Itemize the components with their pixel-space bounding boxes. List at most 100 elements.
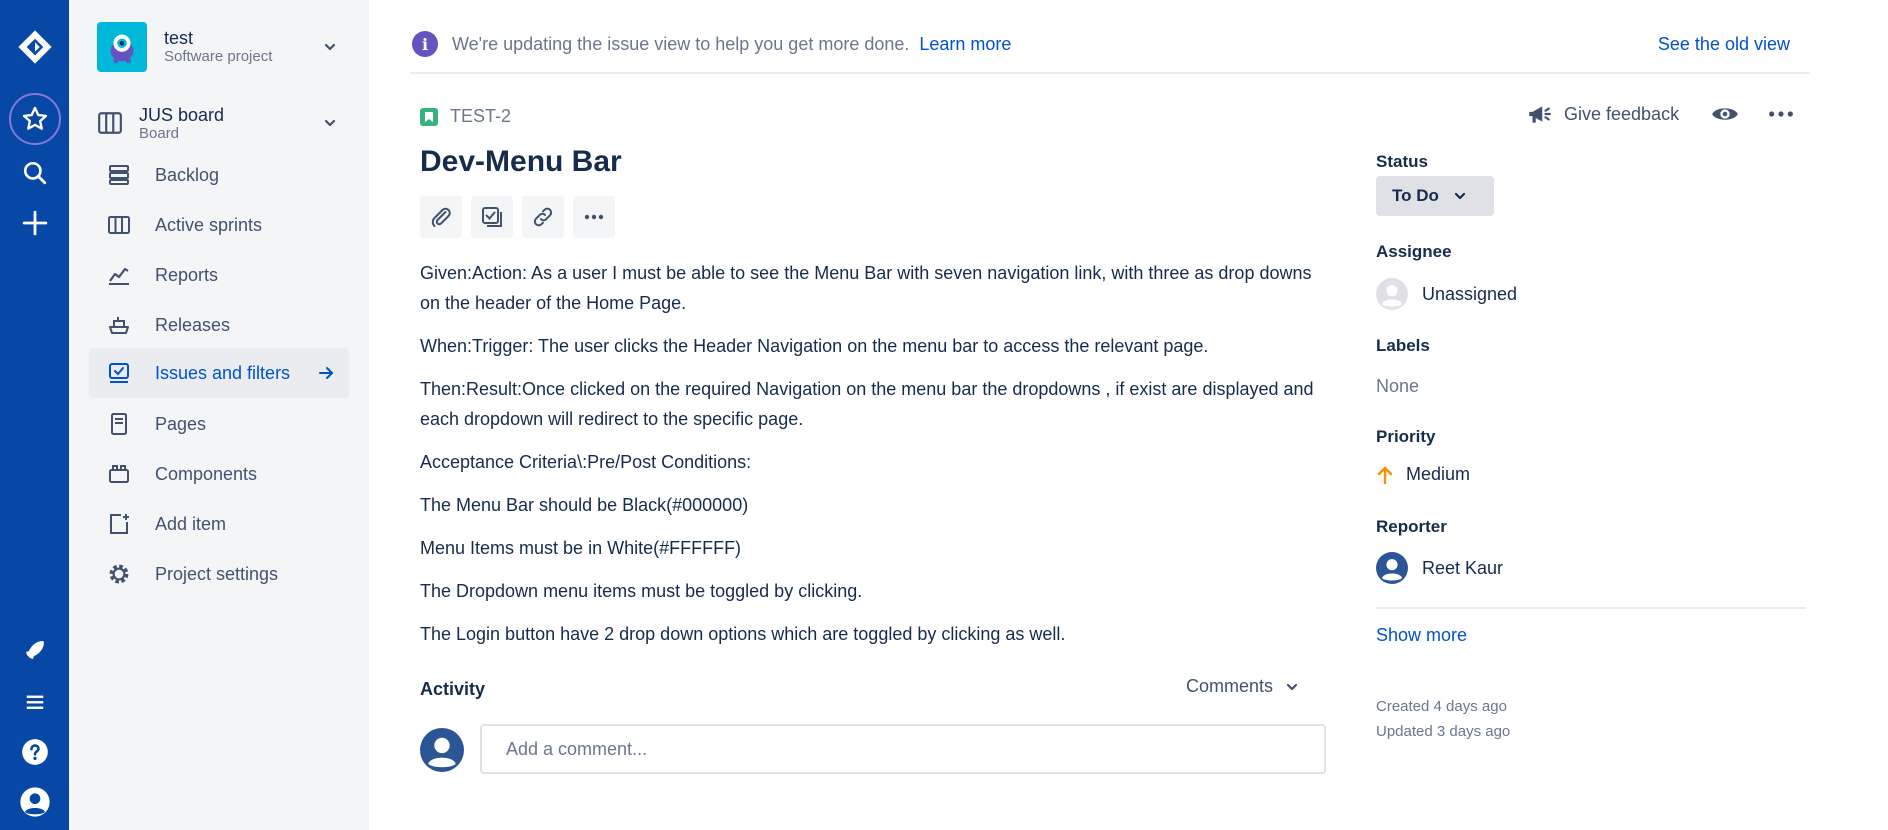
story-icon xyxy=(420,107,438,126)
labels-value: None xyxy=(1376,376,1420,396)
activity-heading: Activity xyxy=(420,679,486,699)
unassigned-avatar-icon xyxy=(1376,278,1408,310)
link-icon xyxy=(533,207,553,227)
starred-button[interactable] xyxy=(0,93,69,145)
project-avatar xyxy=(97,22,147,72)
page-icon xyxy=(105,410,133,438)
board-switcher[interactable]: JUS board Board xyxy=(97,102,337,144)
labels-field[interactable]: None xyxy=(1376,376,1419,397)
assignee-label: Assignee xyxy=(1376,242,1452,261)
settings-icon xyxy=(105,560,133,588)
profile-icon[interactable] xyxy=(0,778,69,826)
status-dropdown[interactable]: To Do xyxy=(1376,176,1494,216)
avatar xyxy=(420,728,464,772)
description-paragraph: Then:Result:Once clicked on the required… xyxy=(420,379,1314,429)
chevron-down-icon xyxy=(1286,683,1298,690)
sidebar-item-label: Issues and filters xyxy=(155,362,291,383)
sidebar-item-label: Project settings xyxy=(155,563,279,584)
project-type: Software project xyxy=(164,48,273,65)
priority-field[interactable]: Medium xyxy=(1376,464,1470,485)
priority-label: Priority xyxy=(1376,427,1436,446)
give-feedback-button[interactable]: Give feedback xyxy=(1526,101,1679,127)
arrow-right-icon xyxy=(319,367,333,379)
more-actions-button[interactable] xyxy=(573,196,615,238)
issue-description[interactable]: Given:Action: As a user I must be able t… xyxy=(420,258,1320,662)
more-icon[interactable] xyxy=(1767,100,1795,128)
create-icon[interactable] xyxy=(0,199,69,247)
description-paragraph: When:Trigger: The user clicks the Header… xyxy=(420,336,1209,356)
sidebar-item-reports[interactable]: Reports xyxy=(89,250,349,300)
project-name: test xyxy=(164,28,194,48)
add-item-icon xyxy=(105,510,133,538)
assignee-value: Unassigned xyxy=(1422,283,1518,304)
watch-icon[interactable] xyxy=(1711,100,1739,128)
priority-value: Medium xyxy=(1406,464,1471,484)
sidebar-item-components[interactable]: Components xyxy=(89,449,349,499)
chevron-down-icon xyxy=(324,119,336,127)
sidebar-item-active-sprints[interactable]: Active sprints xyxy=(89,200,349,250)
created-timestamp: Created 4 days ago xyxy=(1376,698,1507,715)
description-paragraph: The Dropdown menu items must be toggled … xyxy=(420,581,863,601)
see-old-view-link[interactable]: See the old view xyxy=(1658,34,1790,55)
sidebar-item-add-item[interactable]: Add item xyxy=(89,499,349,549)
jira-logo-icon[interactable] xyxy=(0,23,69,71)
assignee-field[interactable]: Unassigned xyxy=(1376,278,1517,310)
sidebar-item-label: Backlog xyxy=(155,164,220,185)
priority-medium-icon xyxy=(1377,466,1393,484)
board-name: JUS board xyxy=(139,104,225,125)
info-icon: i xyxy=(412,31,438,57)
sidebar-item-label: Active sprints xyxy=(155,214,263,235)
add-child-issue-button[interactable] xyxy=(471,196,513,238)
issue-actions: Give feedback xyxy=(1526,100,1795,128)
reporter-label: Reporter xyxy=(1376,517,1447,536)
sidebar-item-pages[interactable]: Pages xyxy=(89,399,349,449)
issue-key-link[interactable]: TEST-2 xyxy=(450,106,511,127)
sidebar-item-releases[interactable]: Releases xyxy=(89,300,349,350)
learn-more-link[interactable]: Learn more xyxy=(919,34,1011,55)
sidebar-item-label: Components xyxy=(155,463,258,484)
reporter-avatar xyxy=(1376,552,1408,584)
description-paragraph: Given:Action: As a user I must be able t… xyxy=(420,263,1312,313)
project-sidebar: test Software project JUS board Board Ba… xyxy=(69,0,369,830)
description-paragraph: Acceptance Criteria\:Pre/Post Conditions… xyxy=(420,452,752,472)
status-label: Status xyxy=(1376,152,1428,171)
megaphone-icon xyxy=(1529,106,1551,123)
rocket-icon[interactable] xyxy=(0,626,69,674)
banner-text: We're updating the issue view to help yo… xyxy=(452,33,910,54)
more-icon xyxy=(584,214,604,220)
chevron-down-icon xyxy=(324,43,336,51)
global-navigation xyxy=(0,0,69,830)
sidebar-item-label: Pages xyxy=(155,413,207,434)
activity-filter-label: Comments xyxy=(1186,676,1274,696)
comment-input[interactable]: Add a comment... xyxy=(480,724,1326,774)
sidebar-item-issues-and-filters[interactable]: Issues and filters xyxy=(89,348,349,398)
help-icon[interactable] xyxy=(0,728,69,776)
component-icon xyxy=(105,460,133,488)
activity-filter-dropdown[interactable]: Comments xyxy=(1186,676,1299,697)
status-value: To Do xyxy=(1392,186,1439,205)
issue-toolbar xyxy=(420,196,624,238)
issue-title[interactable]: Dev-Menu Bar xyxy=(420,145,622,179)
board-subtitle: Board xyxy=(139,124,180,142)
search-icon[interactable] xyxy=(0,149,69,197)
description-paragraph: The Login button have 2 drop down option… xyxy=(420,624,1066,644)
project-switcher[interactable]: test Software project xyxy=(97,21,337,73)
board-columns-icon xyxy=(105,211,133,239)
chevron-down-icon xyxy=(1454,192,1466,200)
description-paragraph: The Menu Bar should be Black(#000000) xyxy=(420,495,749,515)
paperclip-icon xyxy=(431,207,451,227)
starred-icon xyxy=(8,93,61,145)
show-more-link[interactable]: Show more xyxy=(1376,625,1467,646)
breadcrumb: TEST-2 xyxy=(420,106,511,127)
link-issue-button[interactable] xyxy=(522,196,564,238)
attach-button[interactable] xyxy=(420,196,462,238)
sidebar-item-backlog[interactable]: Backlog xyxy=(89,150,349,200)
sidebar-item-label: Releases xyxy=(155,314,231,335)
updated-timestamp: Updated 3 days ago xyxy=(1376,723,1511,740)
sidebar-item-project-settings[interactable]: Project settings xyxy=(89,549,349,599)
menu-icon[interactable] xyxy=(0,678,69,726)
reporter-field[interactable]: Reet Kaur xyxy=(1376,552,1503,584)
give-feedback-label: Give feedback xyxy=(1564,103,1680,124)
reporter-value: Reet Kaur xyxy=(1422,557,1504,578)
divider xyxy=(1376,607,1806,609)
